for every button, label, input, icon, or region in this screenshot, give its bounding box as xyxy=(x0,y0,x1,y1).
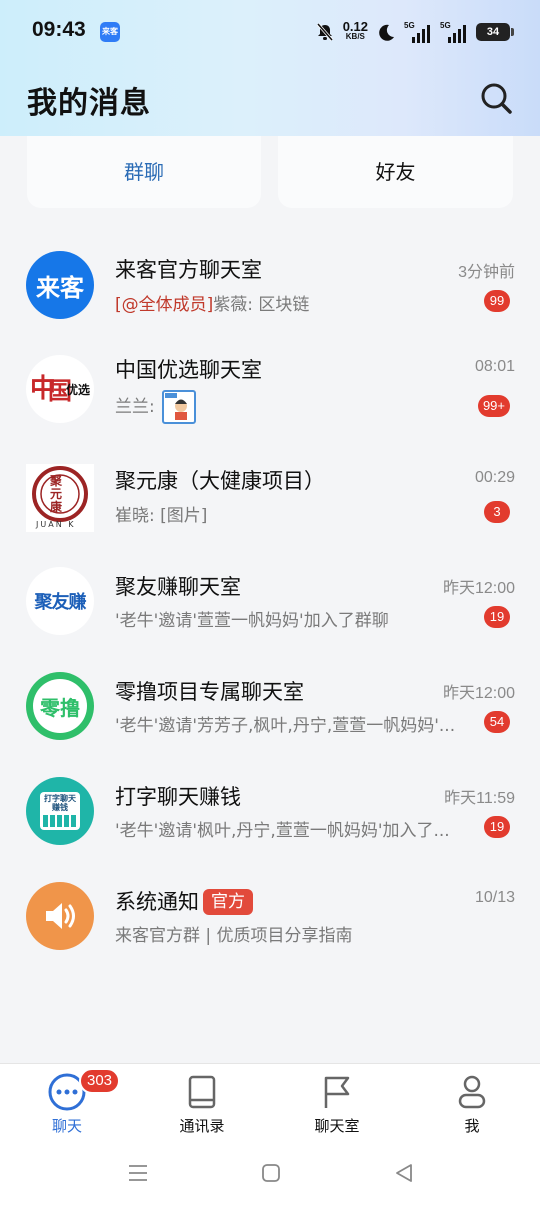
chat-time: 昨天11:59 xyxy=(444,790,515,807)
avatar: 聚友赚 xyxy=(26,567,94,635)
nav-contacts[interactable]: 通讯录 xyxy=(152,1072,252,1136)
chat-time: 昨天12:00 xyxy=(442,685,515,702)
avatar: 中 国 优选 xyxy=(26,355,94,423)
official-tag: 官方 xyxy=(203,889,253,915)
sticker-image-icon xyxy=(165,393,188,420)
home-icon[interactable] xyxy=(259,1161,283,1185)
nav-rooms[interactable]: 聊天室 xyxy=(287,1072,387,1136)
chat-time: 08:01 xyxy=(474,358,515,375)
nav-me[interactable]: 我 xyxy=(422,1072,522,1136)
chat-item-laike-official[interactable]: 来客 来客官方聊天室 3分钟前 [@全体成员]紫薇: 区块链 99 xyxy=(0,230,540,330)
chat-time: 10/13 xyxy=(474,889,515,906)
avatar-text: 打字聊天赚钱 xyxy=(44,794,76,812)
nav-chat[interactable]: 聊天 303 xyxy=(17,1068,121,1136)
chat-preview: 兰兰: xyxy=(115,390,197,424)
avatar-text: 零撸 xyxy=(40,695,80,720)
chat-name: 零撸项目专属聊天室 xyxy=(115,680,304,704)
nav-rooms-label: 聊天室 xyxy=(314,1117,360,1135)
avatar-inner: 零撸 xyxy=(33,679,87,733)
nav-contacts-label: 通讯录 xyxy=(179,1117,225,1135)
flag-icon xyxy=(324,1076,350,1108)
search-icon[interactable] xyxy=(478,80,514,116)
preview-text: 紫薇: 区块链 xyxy=(213,295,310,315)
chat-name: 聚元康（大健康项目） xyxy=(115,469,325,493)
signal-2-icon: 5G xyxy=(440,21,468,43)
speaker-icon xyxy=(46,903,75,929)
chat-name: 系统通知 官方 xyxy=(115,886,253,916)
chat-item-typing-earn[interactable]: 打字聊天赚钱 打字聊天赚钱 昨天11:59 '老牛'邀请'枫叶,丹宁,萱萱一帆妈… xyxy=(0,765,540,865)
avatar xyxy=(26,882,94,950)
avatar-subtext: JUAN K xyxy=(36,520,76,529)
unread-badge: 19 xyxy=(484,816,510,838)
unread-badge: 99+ xyxy=(477,395,510,417)
chat-preview: '老牛'邀请'芳芳子,枫叶,丹宁,萱萱一帆妈妈'... xyxy=(115,716,456,736)
mention-tag: [@全体成员] xyxy=(115,295,214,315)
unread-badge: 99 xyxy=(484,290,510,312)
keyboard-icon: 打字聊天赚钱 xyxy=(40,792,80,830)
sticker-thumbnail xyxy=(162,390,197,424)
mute-bell-icon xyxy=(316,23,333,41)
app-notification-icon: 来客 xyxy=(100,22,120,42)
chat-name: 聚友赚聊天室 xyxy=(115,575,241,599)
person-icon xyxy=(458,1075,486,1109)
chat-time: 3分钟前 xyxy=(458,264,515,281)
contacts-book-icon xyxy=(188,1075,216,1109)
avatar: 零撸 xyxy=(26,672,94,740)
avatar: 来客 xyxy=(26,251,94,319)
chat-name: 打字聊天赚钱 xyxy=(115,785,241,809)
system-navigation-bar xyxy=(0,1141,540,1207)
page-title: 我的消息 xyxy=(27,86,151,121)
avatar-text: 来客 xyxy=(36,273,84,302)
unread-total-badge: 303 xyxy=(79,1068,121,1094)
unread-badge: 3 xyxy=(484,501,510,523)
unread-badge: 54 xyxy=(484,711,510,733)
chat-item-linglu[interactable]: 零撸 零撸项目专属聊天室 昨天12:00 '老牛'邀请'芳芳子,枫叶,丹宁,萱萱… xyxy=(0,660,540,760)
avatar-text: 聚元康 xyxy=(50,474,63,514)
chat-preview: 崔晓: [图片] xyxy=(115,506,208,526)
status-time: 09:43 xyxy=(32,18,86,41)
signal-1-icon: 5G xyxy=(404,21,432,43)
chat-item-juyuankang[interactable]: 聚元康 JUAN K 聚元康（大健康项目） 00:29 崔晓: [图片] 3 xyxy=(0,450,540,550)
nav-chat-label: 聊天 xyxy=(51,1117,82,1135)
chat-item-china-select[interactable]: 中 国 优选 中国优选聊天室 08:01 兰兰: 99+ xyxy=(0,330,540,430)
moon-icon xyxy=(379,24,394,41)
chat-type-tabs: 群聊 好友 xyxy=(0,136,540,212)
status-bar: 09:43 来客 0.12 KB/S 5G 5G 34 xyxy=(0,12,540,52)
chat-name: 来客官方聊天室 xyxy=(115,258,262,282)
avatar: 聚元康 JUAN K xyxy=(26,464,94,532)
bottom-nav: 聊天 303 通讯录 聊天室 我 xyxy=(0,1063,540,1141)
network-speed: 0.12 KB/S xyxy=(342,19,368,41)
avatar-text: 聚友赚 xyxy=(34,592,87,613)
chat-preview: '老牛'邀请'萱萱一帆妈妈'加入了群聊 xyxy=(115,611,389,631)
chat-item-juyouzhuan[interactable]: 聚友赚 聚友赚聊天室 昨天12:00 '老牛'邀请'萱萱一帆妈妈'加入了群聊 1… xyxy=(0,555,540,655)
preview-text: 兰兰: xyxy=(115,397,155,417)
chat-preview: '老牛'邀请'枫叶,丹宁,萱萱一帆妈妈'加入了... xyxy=(115,821,450,841)
chat-item-system-notice[interactable]: 系统通知 官方 10/13 来客官方群 | 优质项目分享指南 xyxy=(0,870,540,970)
chat-time: 00:29 xyxy=(474,469,515,486)
nav-me-label: 我 xyxy=(464,1117,480,1135)
chat-preview: 来客官方群 | 优质项目分享指南 xyxy=(115,926,353,946)
status-icons: 0.12 KB/S 5G 5G 34 xyxy=(315,18,514,46)
tab-friends[interactable]: 好友 xyxy=(278,136,513,208)
chat-time: 昨天12:00 xyxy=(442,580,515,597)
chat-name: 中国优选聊天室 xyxy=(115,358,262,382)
battery-indicator: 34 xyxy=(476,23,514,41)
unread-badge: 19 xyxy=(484,606,510,628)
chat-preview: [@全体成员]紫薇: 区块链 xyxy=(115,290,309,315)
back-icon[interactable] xyxy=(392,1161,416,1185)
chat-name-text: 系统通知 xyxy=(115,890,199,914)
avatar: 打字聊天赚钱 xyxy=(26,777,94,845)
header: 09:43 来客 0.12 KB/S 5G 5G 34 我的消息 xyxy=(0,0,540,136)
recent-apps-icon[interactable] xyxy=(126,1161,150,1185)
avatar-text: 优选 xyxy=(66,383,91,397)
tab-group-chat[interactable]: 群聊 xyxy=(27,136,261,208)
